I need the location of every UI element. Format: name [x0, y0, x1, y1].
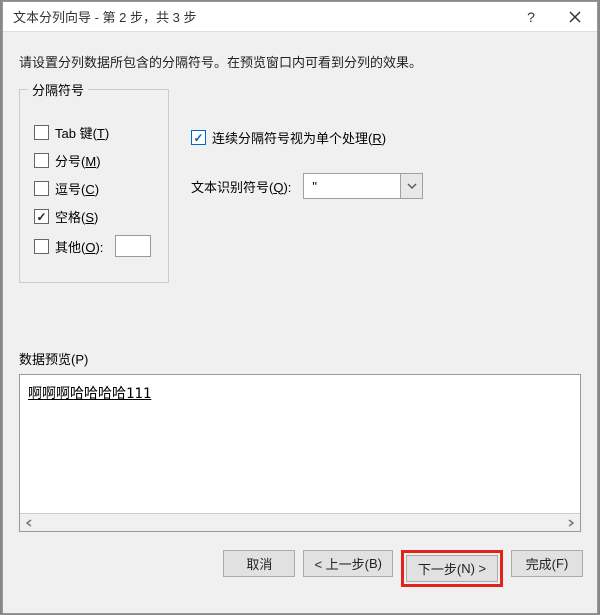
preview-row: 啊啊啊哈哈哈哈111	[28, 383, 572, 403]
consecutive-label: 连续分隔符号视为单个处理(R)	[212, 128, 386, 147]
chevron-down-icon	[407, 183, 417, 189]
window-title: 文本分列向导 - 第 2 步，共 3 步	[13, 7, 509, 26]
instructions-text: 请设置分列数据所包含的分隔符号。在预览窗口内可看到分列的效果。	[19, 52, 581, 71]
help-button[interactable]: ?	[509, 2, 553, 32]
button-row: 取消 < 上一步(B) 下一步(N) > 完成(F)	[3, 532, 597, 587]
next-button[interactable]: 下一步(N) >	[406, 555, 498, 582]
delimiter-semicolon-checkbox[interactable]	[34, 153, 49, 168]
consecutive-row[interactable]: 连续分隔符号视为单个处理(R)	[191, 128, 423, 147]
chevron-left-icon	[25, 519, 33, 527]
delimiter-comma-checkbox[interactable]	[34, 181, 49, 196]
delimiter-semicolon-row[interactable]: 分号(M)	[34, 151, 154, 170]
wizard-dialog: 文本分列向导 - 第 2 步，共 3 步 ? 请设置分列数据所包含的分隔符号。在…	[2, 1, 598, 614]
delimiters-legend: 分隔符号	[28, 80, 88, 99]
text-qualifier-dropdown[interactable]: "	[303, 173, 423, 199]
scroll-track[interactable]	[38, 514, 562, 531]
delimiters-fieldset: 分隔符号 Tab 键(T) 分号(M) 逗号(C) 空格(S)	[19, 89, 169, 283]
finish-button[interactable]: 完成(F)	[511, 550, 583, 577]
next-button-highlight: 下一步(N) >	[401, 550, 503, 587]
delimiter-semicolon-label: 分号(M)	[55, 151, 101, 170]
dialog-content: 请设置分列数据所包含的分隔符号。在预览窗口内可看到分列的效果。 分隔符号 Tab…	[3, 32, 597, 532]
right-options: 连续分隔符号视为单个处理(R) 文本识别符号(Q): "	[191, 89, 423, 199]
delimiter-tab-checkbox[interactable]	[34, 125, 49, 140]
delimiter-tab-label: Tab 键(T)	[55, 123, 109, 142]
back-button[interactable]: < 上一步(B)	[303, 550, 393, 577]
preview-box: 啊啊啊哈哈哈哈111	[19, 374, 581, 532]
scroll-right-button[interactable]	[562, 514, 580, 532]
close-icon	[569, 11, 581, 23]
text-qualifier-row: 文本识别符号(Q): "	[191, 173, 423, 199]
delimiter-comma-label: 逗号(C)	[55, 179, 99, 198]
text-qualifier-label: 文本识别符号(Q):	[191, 177, 291, 196]
close-button[interactable]	[553, 2, 597, 32]
scroll-left-button[interactable]	[20, 514, 38, 532]
text-qualifier-value: "	[304, 179, 400, 194]
dropdown-button[interactable]	[400, 174, 422, 198]
delimiter-space-row[interactable]: 空格(S)	[34, 207, 154, 226]
preview-label: 数据预览(P)	[19, 349, 581, 368]
horizontal-scrollbar[interactable]	[20, 513, 580, 531]
title-bar: 文本分列向导 - 第 2 步，共 3 步 ?	[3, 2, 597, 32]
delimiter-space-label: 空格(S)	[55, 207, 98, 226]
delimiter-other-label: 其他(O):	[55, 237, 103, 256]
chevron-right-icon	[567, 519, 575, 527]
delimiter-comma-row[interactable]: 逗号(C)	[34, 179, 154, 198]
consecutive-checkbox[interactable]	[191, 130, 206, 145]
delimiter-tab-row[interactable]: Tab 键(T)	[34, 123, 154, 142]
delimiter-other-checkbox[interactable]	[34, 239, 49, 254]
delimiter-space-checkbox[interactable]	[34, 209, 49, 224]
delimiter-other-input[interactable]	[115, 235, 151, 257]
cancel-button[interactable]: 取消	[223, 550, 295, 577]
delimiter-other-row[interactable]: 其他(O):	[34, 235, 154, 257]
